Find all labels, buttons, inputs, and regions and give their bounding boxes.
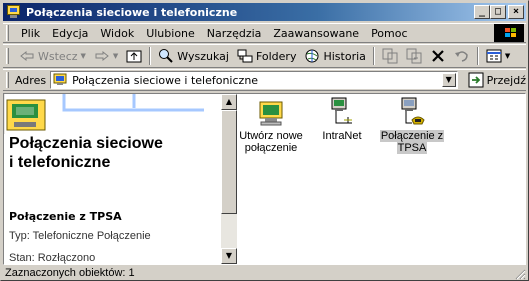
forward-button[interactable]: ▼ [90, 48, 122, 64]
selected-item-type: Typ: Telefoniczne Połączenie [9, 230, 151, 242]
toolbar-separator-2 [372, 47, 375, 65]
search-button[interactable]: Wyszukaj [154, 48, 233, 64]
menu-tools[interactable]: Narzędzia [201, 27, 268, 40]
new-connection-icon [255, 96, 287, 128]
minimize-button[interactable]: _ [474, 5, 490, 19]
search-label: Wyszukaj [177, 49, 229, 63]
toolbar-separator-3 [476, 47, 479, 65]
forward-arrow-icon [94, 48, 110, 64]
windows-logo-icon [494, 24, 524, 42]
address-label: Adres [14, 73, 47, 87]
go-arrow-icon [468, 72, 484, 88]
folder-up-icon [126, 48, 142, 64]
undo-icon [454, 48, 470, 64]
address-value: Połączenia sieciowe i telefoniczne [72, 73, 259, 87]
history-icon [304, 48, 320, 64]
forward-dropdown-icon[interactable]: ▼ [113, 52, 118, 60]
back-arrow-icon [19, 48, 35, 64]
address-dropdown-button[interactable]: ▼ [441, 73, 456, 87]
panel-title-line-1: Połączenia sieciowe [9, 135, 163, 152]
banner-decoration [4, 94, 204, 134]
content-area: Połączenia sieciowe i telefoniczne Połąc… [3, 93, 526, 265]
icon-item-new-connection[interactable]: Utwórz nowe połączenie [234, 96, 308, 154]
folders-icon [237, 48, 253, 64]
views-button[interactable]: ▼ [482, 48, 514, 64]
icon-label-line-2: TPSA [396, 142, 428, 154]
panel-title-line-2: i telefoniczne [9, 154, 111, 171]
toolbar: Wstecz ▼ ▼ Wyszukaj Foldery Historia ▼ [3, 44, 526, 68]
menu-bar: Plik Edycja Widok Ulubione Narzędzia Zaa… [3, 23, 526, 43]
lan-connection-icon [326, 96, 358, 128]
icon-label-line-2: połączenie [244, 142, 298, 154]
menu-help[interactable]: Pomoc [365, 27, 413, 40]
views-icon [486, 48, 502, 64]
folders-button[interactable]: Foldery [233, 48, 301, 64]
move-to-icon [382, 48, 398, 64]
move-to-button[interactable] [378, 48, 402, 64]
selected-item-state: Stan: Rozłączono [9, 252, 96, 264]
icon-item-tpsa[interactable]: Połączenie z TPSA [375, 96, 449, 154]
toolbar-separator [149, 47, 152, 65]
folders-label: Foldery [255, 49, 297, 63]
selected-item-name: Połączenie z TPSA [9, 210, 122, 223]
menu-edit[interactable]: Edycja [46, 27, 94, 40]
copy-to-icon [406, 48, 422, 64]
back-label: Wstecz [38, 49, 78, 63]
menu-file[interactable]: Plik [15, 27, 46, 40]
status-text: Zaznaczonych obiektów: 1 [5, 267, 135, 279]
window-title: Połączenia sieciowe i telefoniczne [26, 5, 238, 19]
history-button[interactable]: Historia [300, 48, 369, 64]
go-label: Przejdź [486, 73, 526, 87]
up-button[interactable] [122, 48, 146, 64]
panel-title: Połączenia sieciowe i telefoniczne [9, 134, 163, 172]
back-button[interactable]: Wstecz ▼ [15, 48, 90, 64]
search-icon [158, 48, 174, 64]
resize-grip-icon[interactable] [514, 268, 526, 280]
back-dropdown-icon[interactable]: ▼ [81, 52, 86, 60]
address-input[interactable]: Połączenia sieciowe i telefoniczne ▼ [50, 71, 458, 89]
menu-favorites[interactable]: Ulubione [140, 27, 201, 40]
copy-to-button[interactable] [402, 48, 426, 64]
explorer-window: Połączenia sieciowe i telefoniczne _ □ ×… [0, 0, 529, 281]
icon-label-line-1: IntraNet [322, 130, 362, 142]
network-folder-icon [6, 5, 22, 19]
delete-icon [430, 48, 446, 64]
close-button[interactable]: × [508, 5, 524, 19]
icon-label-line-1: Utwórz nowe [239, 130, 303, 142]
web-view-panel: Połączenia sieciowe i telefoniczne Połąc… [4, 94, 221, 264]
icon-label-line-1: Połączenie z [379, 130, 445, 142]
address-bar: Adres Połączenia sieciowe i telefoniczne… [3, 69, 526, 91]
icon-view: Utwórz nowe połączenie IntraNet Połączen… [237, 94, 525, 264]
undo-button[interactable] [450, 48, 474, 64]
toolbar-grip[interactable] [6, 48, 9, 64]
maximize-button[interactable]: □ [490, 5, 506, 19]
menu-view[interactable]: Widok [94, 27, 140, 40]
title-bar[interactable]: Połączenia sieciowe i telefoniczne _ □ × [3, 3, 526, 21]
views-dropdown-icon[interactable]: ▼ [505, 52, 510, 60]
menu-grip[interactable] [6, 25, 9, 41]
network-folder-small-icon [53, 72, 69, 88]
history-label: Historia [323, 49, 366, 63]
go-button[interactable]: Przejdź [468, 72, 526, 88]
dialup-connection-icon [396, 96, 428, 128]
scroll-down-button[interactable]: ▼ [221, 248, 237, 264]
icon-item-intranet[interactable]: IntraNet [305, 96, 379, 142]
delete-button[interactable] [426, 48, 450, 64]
address-grip[interactable] [6, 72, 9, 88]
status-bar: Zaznaczonych obiektów: 1 [3, 266, 526, 280]
menu-advanced[interactable]: Zaawansowane [267, 27, 365, 40]
